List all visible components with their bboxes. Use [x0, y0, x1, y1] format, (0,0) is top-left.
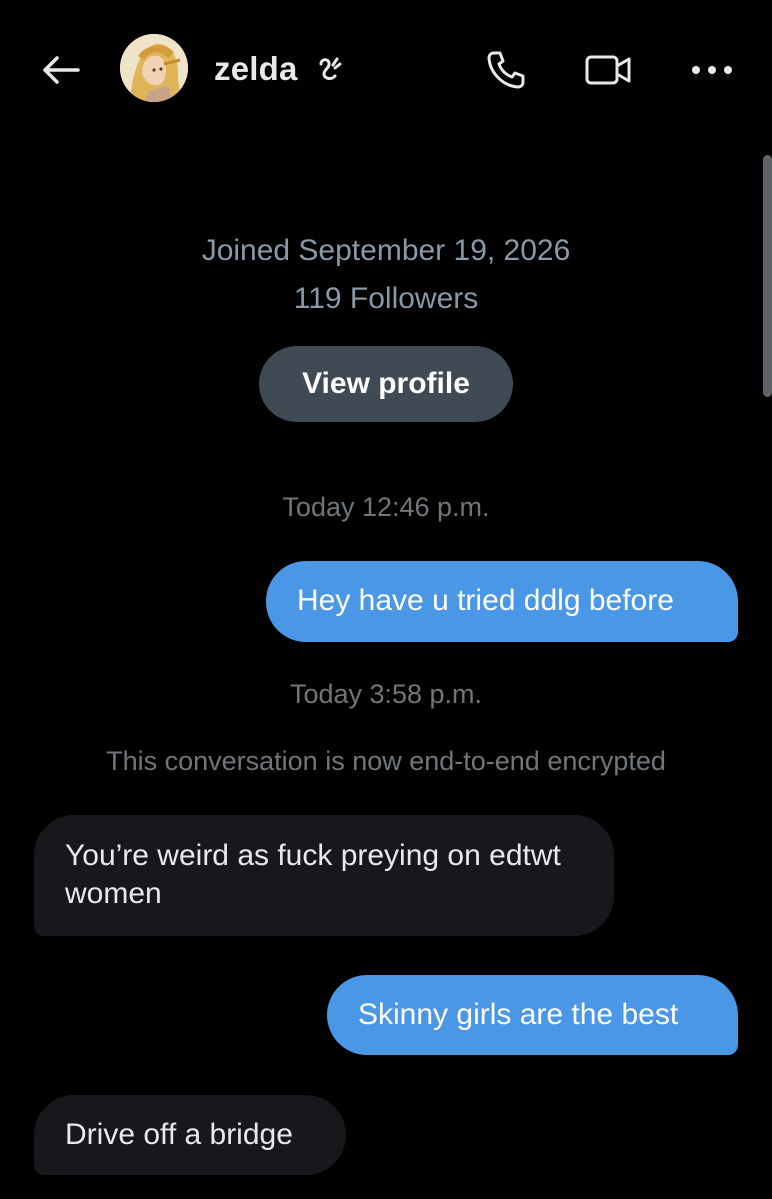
received-message-bubble[interactable]: You’re weird as fuck preying on edtwt wo…: [34, 815, 614, 936]
avatar[interactable]: [120, 34, 188, 102]
sent-message-bubble[interactable]: Hey have u tried ddlg before: [266, 561, 738, 642]
video-call-button[interactable]: [582, 44, 634, 96]
phone-call-button[interactable]: [480, 44, 532, 96]
follower-count: 119 Followers: [293, 282, 479, 315]
back-arrow-icon: [43, 56, 80, 84]
more-options-button[interactable]: [686, 44, 738, 96]
scrollbar[interactable]: [763, 155, 772, 397]
phone-icon: [487, 51, 525, 89]
avatar-image: [120, 34, 188, 102]
contact-name[interactable]: zelda: [214, 50, 298, 88]
message-timestamp: Today 3:58 p.m.: [289, 679, 483, 709]
joined-date: Joined September 19, 2026: [201, 234, 571, 267]
sent-message-bubble[interactable]: Skinny girls are the best: [327, 975, 738, 1055]
view-profile-button[interactable]: View profile: [259, 346, 513, 422]
message-timestamp: Today 12:46 p.m.: [282, 492, 490, 522]
more-options-icon: [692, 66, 732, 74]
video-camera-icon: [585, 55, 631, 85]
encryption-notice: This conversation is now end-to-end encr…: [106, 746, 666, 776]
received-message-bubble[interactable]: Drive off a bridge: [34, 1095, 346, 1175]
paw-icon: [319, 57, 342, 80]
back-button[interactable]: [36, 48, 84, 92]
chat-header: zelda: [0, 0, 772, 140]
